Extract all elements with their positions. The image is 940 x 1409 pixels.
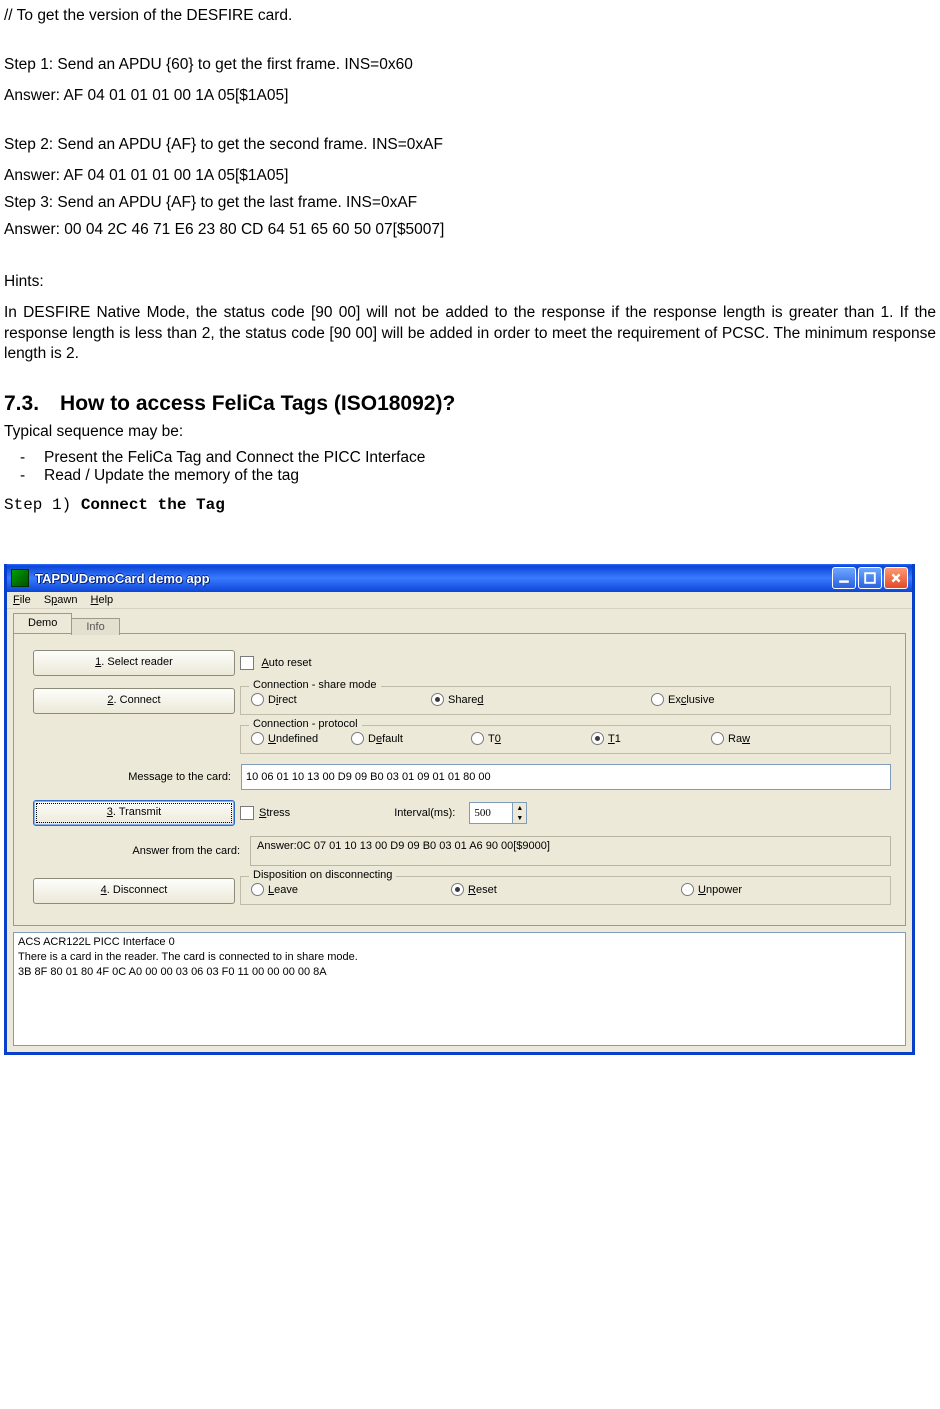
step3-line: Step 3: Send an APDU {AF} to get the las…: [4, 193, 936, 214]
disposition-legend: Disposition on disconnecting: [249, 869, 396, 881]
menu-help[interactable]: Help: [91, 594, 114, 606]
protocol-group: Connection - protocol Undefined Default …: [240, 725, 891, 754]
spinner-up[interactable]: ▲: [512, 803, 526, 813]
log-line-1: ACS ACR122L PICC Interface 0: [18, 935, 901, 950]
transmit-button[interactable]: 3. Transmit: [33, 800, 235, 826]
answer-from-card-label: Answer from the card:: [132, 845, 240, 857]
section-heading: 7.3. How to access FeliCa Tags (ISO18092…: [4, 392, 936, 416]
disposition-group: Disposition on disconnecting Leave Reset…: [240, 876, 891, 905]
comment-line: // To get the version of the DESFIRE car…: [4, 6, 936, 27]
tab-info[interactable]: Info: [71, 618, 119, 635]
ans3-line: Answer: 00 04 2C 46 71 E6 23 80 CD 64 51…: [4, 220, 936, 241]
log-line-2: There is a card in the reader. The card …: [18, 950, 901, 965]
interval-label: Interval(ms):: [394, 807, 455, 819]
auto-reset-label: Auto reset: [261, 657, 311, 669]
log-line-3: 3B 8F 80 01 80 4F 0C A0 00 00 03 06 03 F…: [18, 965, 901, 980]
radio-leave[interactable]: Leave: [251, 883, 451, 896]
spinner-down[interactable]: ▼: [512, 813, 526, 823]
msg-to-card-label: Message to the card:: [128, 771, 231, 783]
app-icon: [11, 569, 29, 587]
radio-exclusive[interactable]: Exclusive: [651, 693, 714, 706]
seq-intro: Typical sequence may be:: [4, 422, 936, 443]
hints-label: Hints:: [4, 272, 936, 293]
radio-default[interactable]: Default: [351, 732, 471, 745]
tab-panel: 1. Select reader Auto reset 2. Connect C…: [13, 633, 906, 926]
interval-input[interactable]: [470, 803, 512, 823]
tab-demo[interactable]: Demo: [13, 613, 72, 633]
interval-spinner[interactable]: ▲▼: [469, 802, 527, 824]
answer-from-card-box: Answer:0C 07 01 10 13 00 D9 09 B0 03 01 …: [250, 836, 891, 866]
hints-body: In DESFIRE Native Mode, the status code …: [4, 303, 936, 363]
tabstrip: Demo Info: [7, 609, 912, 633]
radio-t1[interactable]: T1: [591, 732, 711, 745]
radio-unpower[interactable]: Unpower: [681, 883, 742, 896]
radio-undefined[interactable]: Undefined: [251, 732, 351, 745]
titlebar[interactable]: TAPDUDemoCard demo app: [7, 564, 912, 592]
step1-connect: Step 1) Connect the Tag: [4, 495, 936, 517]
radio-shared[interactable]: Shared: [431, 693, 651, 706]
radio-reset[interactable]: Reset: [451, 883, 681, 896]
step1-line: Step 1: Send an APDU {60} to get the fir…: [4, 55, 936, 76]
stress-label: Stress: [259, 807, 290, 819]
menubar: File Spawn Help: [7, 592, 912, 609]
connect-button[interactable]: 2. Connect: [33, 688, 235, 714]
step2-line: Step 2: Send an APDU {AF} to get the sec…: [4, 135, 936, 156]
radio-raw[interactable]: Raw: [711, 732, 750, 745]
auto-reset-checkbox[interactable]: [240, 656, 254, 670]
seq-item-1: Present the FeliCa Tag and Connect the P…: [44, 449, 936, 467]
maximize-button[interactable]: [858, 567, 882, 589]
radio-t0[interactable]: T0: [471, 732, 591, 745]
msg-to-card-input[interactable]: [241, 764, 891, 790]
radio-direct[interactable]: Direct: [251, 693, 431, 706]
close-button[interactable]: [884, 567, 908, 589]
share-mode-group: Connection - share mode Direct Shared Ex…: [240, 686, 891, 715]
window-title: TAPDUDemoCard demo app: [35, 571, 832, 586]
ans1-line: Answer: AF 04 01 01 01 00 1A 05[$1A05]: [4, 86, 936, 107]
log-box[interactable]: ACS ACR122L PICC Interface 0 There is a …: [13, 932, 906, 1046]
menu-spawn[interactable]: Spawn: [44, 594, 78, 606]
protocol-legend: Connection - protocol: [249, 718, 362, 730]
ans2-line: Answer: AF 04 01 01 01 00 1A 05[$1A05]: [4, 166, 936, 187]
share-mode-legend: Connection - share mode: [249, 679, 381, 691]
disconnect-button[interactable]: 4. Disconnect: [33, 878, 235, 904]
seq-item-2: Read / Update the memory of the tag: [44, 467, 936, 485]
stress-checkbox[interactable]: [240, 806, 254, 820]
select-reader-button[interactable]: 1. Select reader: [33, 650, 235, 676]
app-window: TAPDUDemoCard demo app File Spawn Help D…: [4, 564, 915, 1055]
menu-file[interactable]: File: [13, 594, 31, 606]
minimize-button[interactable]: [832, 567, 856, 589]
